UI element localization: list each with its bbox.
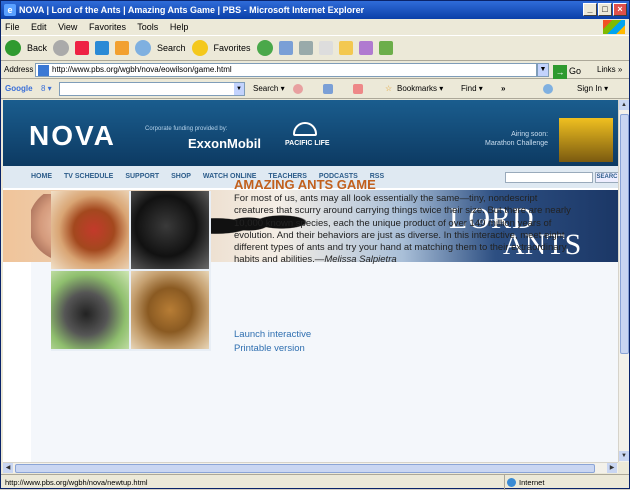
ant-photo-2 (131, 191, 209, 269)
go-label: Go (569, 66, 582, 76)
links-button[interactable]: Links » (597, 61, 622, 79)
vertical-scroll-thumb[interactable] (620, 114, 629, 354)
settings-wrench-icon[interactable] (543, 84, 553, 94)
airing-soon-promo[interactable]: Airing soon: Marathon Challenge (485, 130, 548, 148)
windows-logo-icon (603, 20, 625, 34)
pacific-life-logo[interactable]: PACIFIC LIFE (285, 140, 330, 147)
security-zone: Internet (504, 475, 544, 490)
back-button[interactable]: Back (27, 43, 47, 53)
game-author: Melissa Salpietra (324, 254, 397, 266)
google-search-button[interactable]: Search ▾ (253, 79, 285, 99)
go-arrow-icon: → (553, 64, 567, 79)
edit-icon[interactable] (318, 41, 333, 55)
search-icon[interactable] (135, 40, 152, 56)
pacific-life-logo-icon (293, 122, 317, 136)
mail-icon[interactable] (278, 41, 293, 55)
close-button[interactable]: × (613, 3, 627, 16)
maximize-button[interactable]: □ (598, 3, 612, 16)
research-icon[interactable] (378, 41, 393, 55)
scroll-left-arrow[interactable]: ◀ (3, 463, 13, 473)
site-search-button[interactable]: SEARC (595, 172, 618, 183)
google-logo: Google (5, 84, 33, 93)
ie-icon: e (4, 4, 16, 16)
vertical-scrollbar[interactable]: ▲ ▼ (618, 100, 629, 462)
nav-shop[interactable]: SHOP (171, 173, 191, 180)
toolbar: Back Search Favorites (1, 35, 629, 61)
pagerank-icon[interactable] (293, 84, 303, 94)
more-chevron[interactable]: » (501, 79, 505, 99)
news-icon[interactable] (323, 84, 333, 94)
menu-tools[interactable]: Tools (137, 22, 158, 32)
menu-help[interactable]: Help (170, 22, 189, 32)
forward-arrow-icon[interactable] (53, 40, 70, 56)
address-label: Address (4, 65, 34, 74)
address-url: http://www.pbs.org/wgbh/nova/eowilson/ga… (52, 65, 232, 74)
scroll-right-arrow[interactable]: ▶ (607, 463, 617, 473)
scroll-down-arrow[interactable]: ▼ (619, 451, 629, 461)
ant-photo-4 (131, 271, 209, 349)
address-dropdown-button[interactable]: ▼ (537, 63, 549, 77)
nav-support[interactable]: SUPPORT (125, 173, 159, 180)
print-icon[interactable] (298, 41, 313, 55)
game-title: AMAZING ANTS GAME (234, 177, 376, 192)
exxonmobil-logo[interactable]: ExxonMobil (188, 136, 261, 151)
airing-soon-title: Marathon Challenge (485, 140, 549, 147)
menu-favorites[interactable]: Favorites (89, 22, 126, 32)
title-bar: e NOVA | Lord of the Ants | Amazing Ants… (1, 1, 629, 19)
game-description-text: For most of us, ants may all look essent… (234, 193, 571, 266)
go-button[interactable]: → Go (553, 62, 581, 80)
back-arrow-icon[interactable] (5, 40, 21, 56)
status-url: http://www.pbs.org/wgbh/nova/newtup.html (5, 478, 148, 487)
nova-header: NOVA Corporate funding provided by: Exxo… (3, 100, 618, 166)
ants-photo-collage[interactable] (51, 191, 211, 351)
messenger-icon[interactable] (358, 41, 373, 55)
game-description: For most of us, ants may all look essent… (234, 193, 574, 267)
google-search-input[interactable]: ▼ (59, 82, 245, 96)
zone-label: Internet (519, 478, 545, 487)
horizontal-scrollbar[interactable]: ◀ ▶ (3, 462, 618, 473)
google-g8-menu[interactable]: 8 ▾ (41, 79, 52, 99)
favorites-button[interactable]: Favorites (214, 43, 251, 53)
nav-tv-schedule[interactable]: TV SCHEDULE (64, 173, 113, 180)
google-toolbar: Google 8 ▾ ▼ Search ▾ ☆ Bookmarks ▾ Find… (1, 79, 629, 99)
horizontal-scroll-thumb[interactable] (15, 464, 595, 473)
window-title: NOVA | Lord of the Ants | Amazing Ants G… (19, 5, 365, 15)
airing-soon-label: Airing soon: (511, 131, 549, 138)
folder-icon[interactable] (338, 41, 353, 55)
page-icon (38, 65, 49, 76)
google-search-dropdown[interactable]: ▼ (234, 83, 244, 95)
status-bar: http://www.pbs.org/wgbh/nova/newtup.html… (1, 474, 629, 490)
stop-icon[interactable] (75, 41, 90, 55)
site-search-input[interactable] (505, 172, 593, 183)
ant-photo-1 (51, 191, 129, 269)
menu-edit[interactable]: Edit (31, 22, 47, 32)
popup-blocker-icon[interactable] (353, 84, 363, 94)
search-button[interactable]: Search (157, 43, 186, 53)
home-icon[interactable] (115, 41, 130, 55)
internet-globe-icon (507, 478, 516, 487)
menu-bar: File Edit View Favorites Tools Help (1, 19, 629, 35)
ant-photo-3 (51, 271, 129, 349)
refresh-icon[interactable] (95, 41, 110, 55)
nova-logo[interactable]: NOVA (29, 120, 116, 152)
sign-in-button[interactable]: Sign In ▾ (577, 79, 608, 99)
address-input[interactable]: http://www.pbs.org/wgbh/nova/eowilson/ga… (35, 63, 537, 77)
menu-file[interactable]: File (5, 22, 20, 32)
marathon-challenge-image[interactable] (559, 118, 613, 162)
printable-version-link[interactable]: Printable version (234, 343, 305, 354)
favorites-star-icon[interactable] (191, 40, 208, 56)
launch-interactive-link[interactable]: Launch interactive (234, 329, 311, 340)
bookmarks-star-icon: ☆ (385, 84, 393, 93)
address-bar: Address http://www.pbs.org/wgbh/nova/eow… (1, 61, 629, 79)
history-icon[interactable] (256, 40, 273, 56)
corporate-funding-label: Corporate funding provided by: (145, 126, 228, 132)
bookmarks-button[interactable]: Bookmarks ▾ (397, 79, 443, 99)
menu-view[interactable]: View (58, 22, 77, 32)
find-button[interactable]: Find ▾ (461, 79, 483, 99)
scroll-up-arrow[interactable]: ▲ (619, 100, 629, 110)
nav-home[interactable]: HOME (31, 173, 52, 180)
minimize-button[interactable]: _ (583, 3, 597, 16)
browser-window: e NOVA | Lord of the Ants | Amazing Ants… (0, 0, 630, 490)
